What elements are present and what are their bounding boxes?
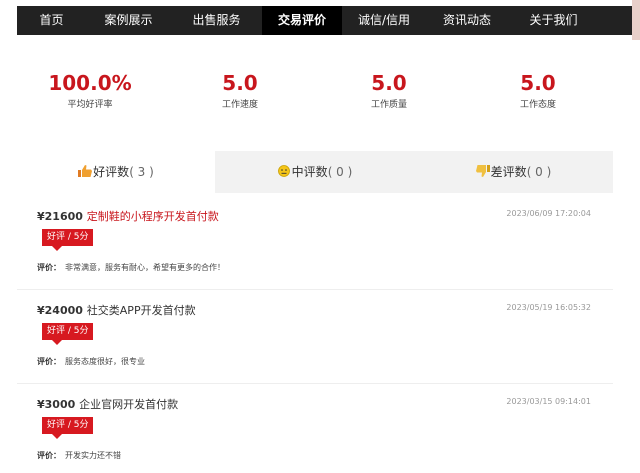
- review-comment: 评价： 服务态度很好，很专业: [37, 356, 145, 367]
- review-item: ¥21600 定制鞋的小程序开发首付款 2023/06/09 17:20:04 …: [17, 196, 613, 290]
- comment-text: 开发实力还不错: [65, 451, 121, 460]
- tab-count: ( 0 ): [526, 165, 552, 179]
- review-price: ¥24000: [37, 304, 83, 317]
- rating-stats: 100.0% 平均好评率 5.0 工作速度 5.0 工作质量 5.0 工作态度: [0, 70, 640, 120]
- review-title: ¥24000 社交类APP开发首付款: [37, 302, 196, 318]
- main-nav: 首页 案例展示 出售服务 交易评价 诚信/信用 资讯动态 关于我们: [17, 6, 632, 35]
- nav-item-credit[interactable]: 诚信/信用: [342, 6, 426, 35]
- stat-value: 5.0: [222, 71, 258, 95]
- review-item: ¥3000 企业官网开发首付款 2023/03/15 09:14:01 好评 /…: [17, 384, 613, 473]
- review-price: ¥3000: [37, 398, 76, 411]
- review-tabs: 好评数( 3 ) 中评数( 0 ) 差评数( 0 ): [17, 151, 613, 193]
- rating-badge: 好评 / 5分: [42, 229, 94, 251]
- stat-label: 工作态度: [519, 100, 556, 110]
- nav-item-news[interactable]: 资讯动态: [426, 6, 508, 35]
- review-project-name[interactable]: 社交类APP开发首付款: [87, 304, 196, 317]
- stat-value: 5.0: [371, 71, 407, 95]
- neutral-face-icon: [277, 152, 291, 177]
- tab-positive[interactable]: 好评数( 3 ): [17, 151, 215, 193]
- nav-item-home[interactable]: 首页: [17, 6, 86, 35]
- rating-badge: 好评 / 5分: [42, 323, 94, 345]
- review-list: ¥21600 定制鞋的小程序开发首付款 2023/06/09 17:20:04 …: [17, 196, 613, 473]
- stat-label: 工作速度: [221, 100, 258, 110]
- review-date: 2023/06/09 17:20:04: [506, 209, 591, 218]
- stat-value: 5.0: [520, 71, 556, 95]
- review-comment: 评价： 开发实力还不错: [37, 450, 121, 461]
- review-project-name[interactable]: 企业官网开发首付款: [79, 398, 178, 411]
- review-comment: 评价： 非常满意，服务有耐心，希望有更多的合作！: [37, 262, 225, 273]
- tab-label: 中评数: [291, 165, 328, 179]
- tab-label: 差评数: [490, 165, 527, 179]
- review-date: 2023/05/19 16:05:32: [506, 303, 591, 312]
- review-date: 2023/03/15 09:14:01: [506, 397, 591, 406]
- stat-label: 平均好评率: [67, 100, 113, 110]
- tab-negative[interactable]: 差评数( 0 ): [414, 151, 613, 193]
- edge-decoration: [632, 0, 640, 40]
- stat-positive-rate: 100.0% 平均好评率: [20, 70, 160, 112]
- stat-work-speed: 5.0 工作速度: [170, 70, 310, 112]
- nav-item-reviews[interactable]: 交易评价: [262, 6, 342, 35]
- comment-label: 评价：: [37, 357, 61, 366]
- review-title: ¥21600 定制鞋的小程序开发首付款: [37, 208, 219, 224]
- review-price: ¥21600: [37, 210, 83, 223]
- stat-work-attitude: 5.0 工作态度: [468, 70, 608, 112]
- tab-neutral[interactable]: 中评数( 0 ): [215, 151, 414, 193]
- stat-work-quality: 5.0 工作质量: [319, 70, 459, 112]
- comment-text: 服务态度很好，很专业: [65, 357, 145, 366]
- nav-item-about[interactable]: 关于我们: [508, 6, 599, 35]
- comment-label: 评价：: [37, 263, 61, 272]
- review-item: ¥24000 社交类APP开发首付款 2023/05/19 16:05:32 好…: [17, 290, 613, 384]
- tab-label: 好评数: [93, 165, 130, 179]
- thumbs-down-icon: [475, 152, 490, 177]
- tab-count: ( 0 ): [327, 165, 353, 179]
- review-project-link[interactable]: 定制鞋的小程序开发首付款: [87, 210, 219, 223]
- comment-label: 评价：: [37, 451, 61, 460]
- review-title: ¥3000 企业官网开发首付款: [37, 396, 178, 412]
- thumbs-up-icon: [78, 152, 93, 177]
- comment-text: 非常满意，服务有耐心，希望有更多的合作！: [65, 263, 225, 272]
- rating-badge: 好评 / 5分: [42, 417, 94, 439]
- nav-item-services[interactable]: 出售服务: [171, 6, 262, 35]
- stat-label: 工作质量: [370, 100, 407, 110]
- stat-value: 100.0%: [48, 71, 132, 95]
- nav-item-cases[interactable]: 案例展示: [86, 6, 171, 35]
- top-navigation-bar: 首页 案例展示 出售服务 交易评价 诚信/信用 资讯动态 关于我们: [0, 0, 640, 40]
- tab-count: ( 3 ): [129, 165, 154, 179]
